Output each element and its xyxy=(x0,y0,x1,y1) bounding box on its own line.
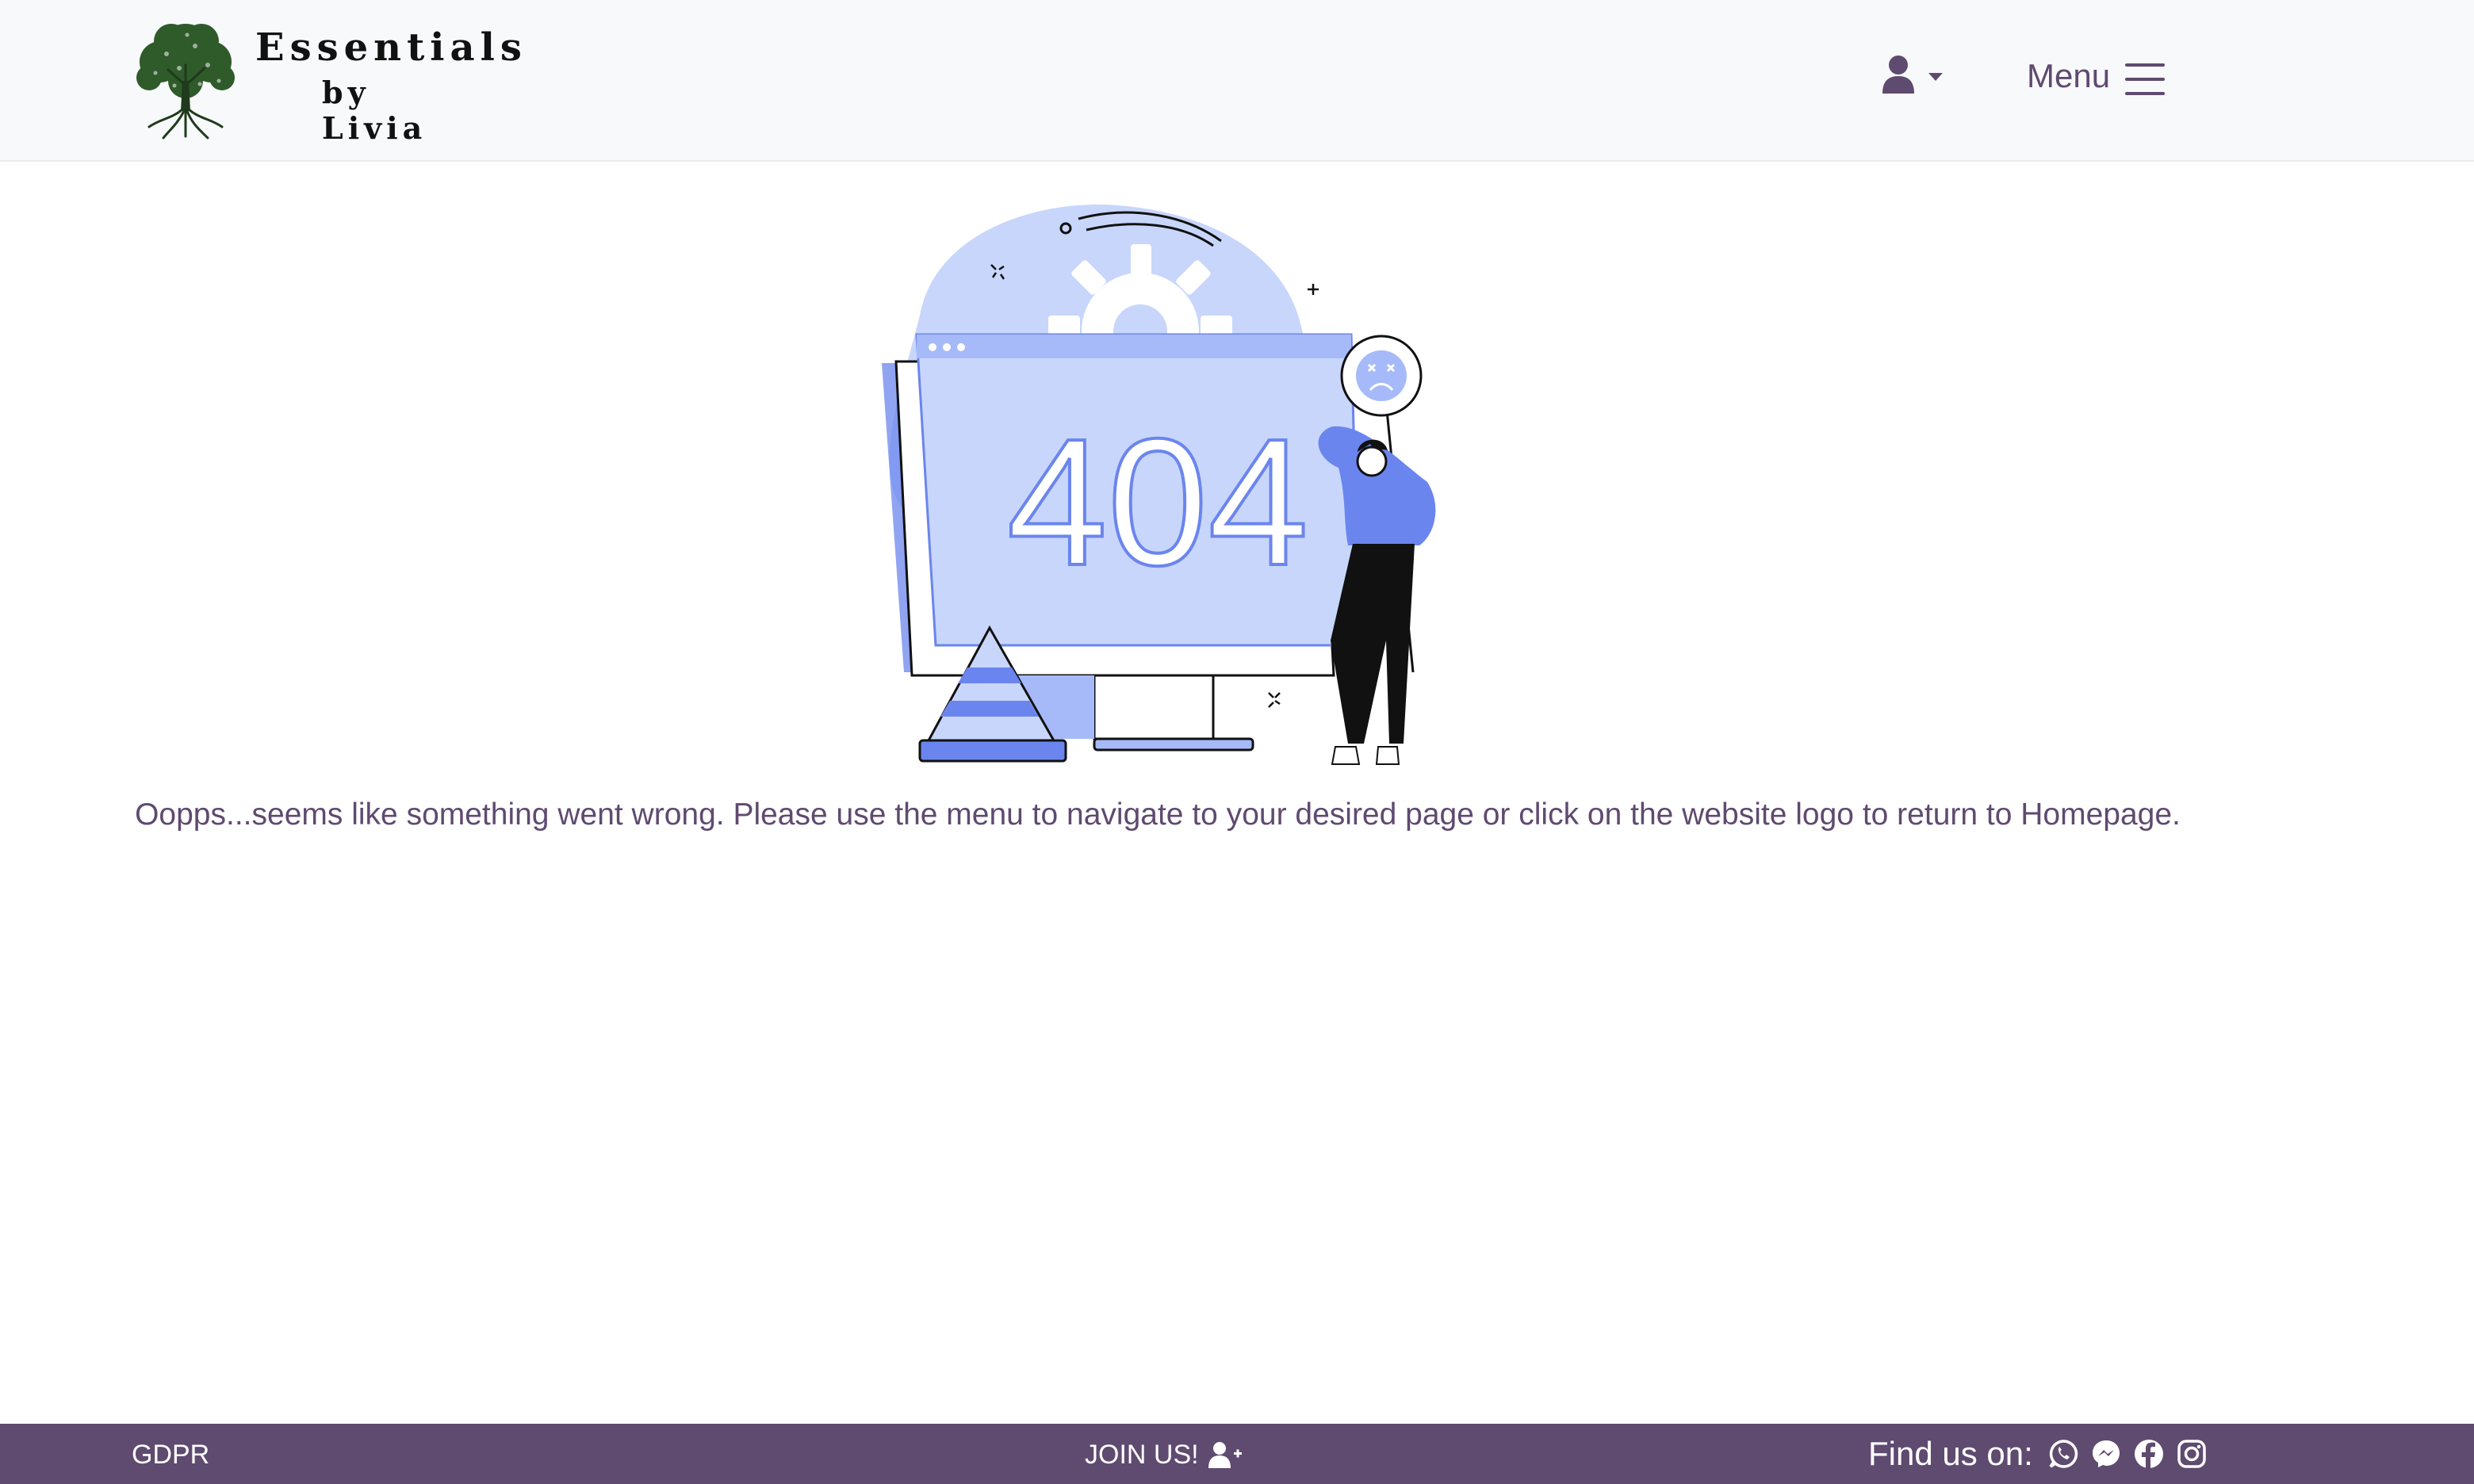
gdpr-link[interactable]: GDPR xyxy=(132,1440,209,1471)
brand-subtitle: by Livia xyxy=(322,75,427,146)
user-account-dropdown[interactable] xyxy=(1879,54,1946,101)
menu-label: Menu xyxy=(2027,57,2111,94)
error-404-illustration: 404 xyxy=(882,204,1436,765)
join-us-link[interactable]: JOIN US! xyxy=(1085,1440,1242,1471)
hamburger-icon xyxy=(2125,63,2165,95)
whatsapp-icon[interactable] xyxy=(2047,1438,2079,1470)
find-us-label: Find us on: xyxy=(1868,1435,2033,1472)
join-us-label: JOIN US! xyxy=(1085,1440,1199,1470)
tree-logo-icon xyxy=(136,24,235,140)
messenger-icon[interactable] xyxy=(2090,1438,2122,1470)
error-message: Oopps...seems like something went wrong.… xyxy=(135,797,2181,832)
facebook-icon[interactable] xyxy=(2133,1438,2165,1470)
menu-toggle-button[interactable]: Menu xyxy=(2027,51,2170,106)
navbar: Essentials by Livia Menu xyxy=(0,0,2474,162)
site-logo-link[interactable]: Essentials by Livia xyxy=(132,17,522,146)
caret-down-icon xyxy=(1928,73,1943,81)
instagram-icon[interactable] xyxy=(2176,1438,2208,1470)
illustration-404-text: 404 xyxy=(1007,402,1308,603)
user-icon xyxy=(1882,55,1943,94)
footer: GDPR JOIN US! Find us on: xyxy=(0,1424,2474,1484)
user-plus-icon xyxy=(1208,1441,1242,1468)
social-links: Find us on: xyxy=(1868,1435,2208,1473)
brand-title: Essentials xyxy=(255,25,527,70)
